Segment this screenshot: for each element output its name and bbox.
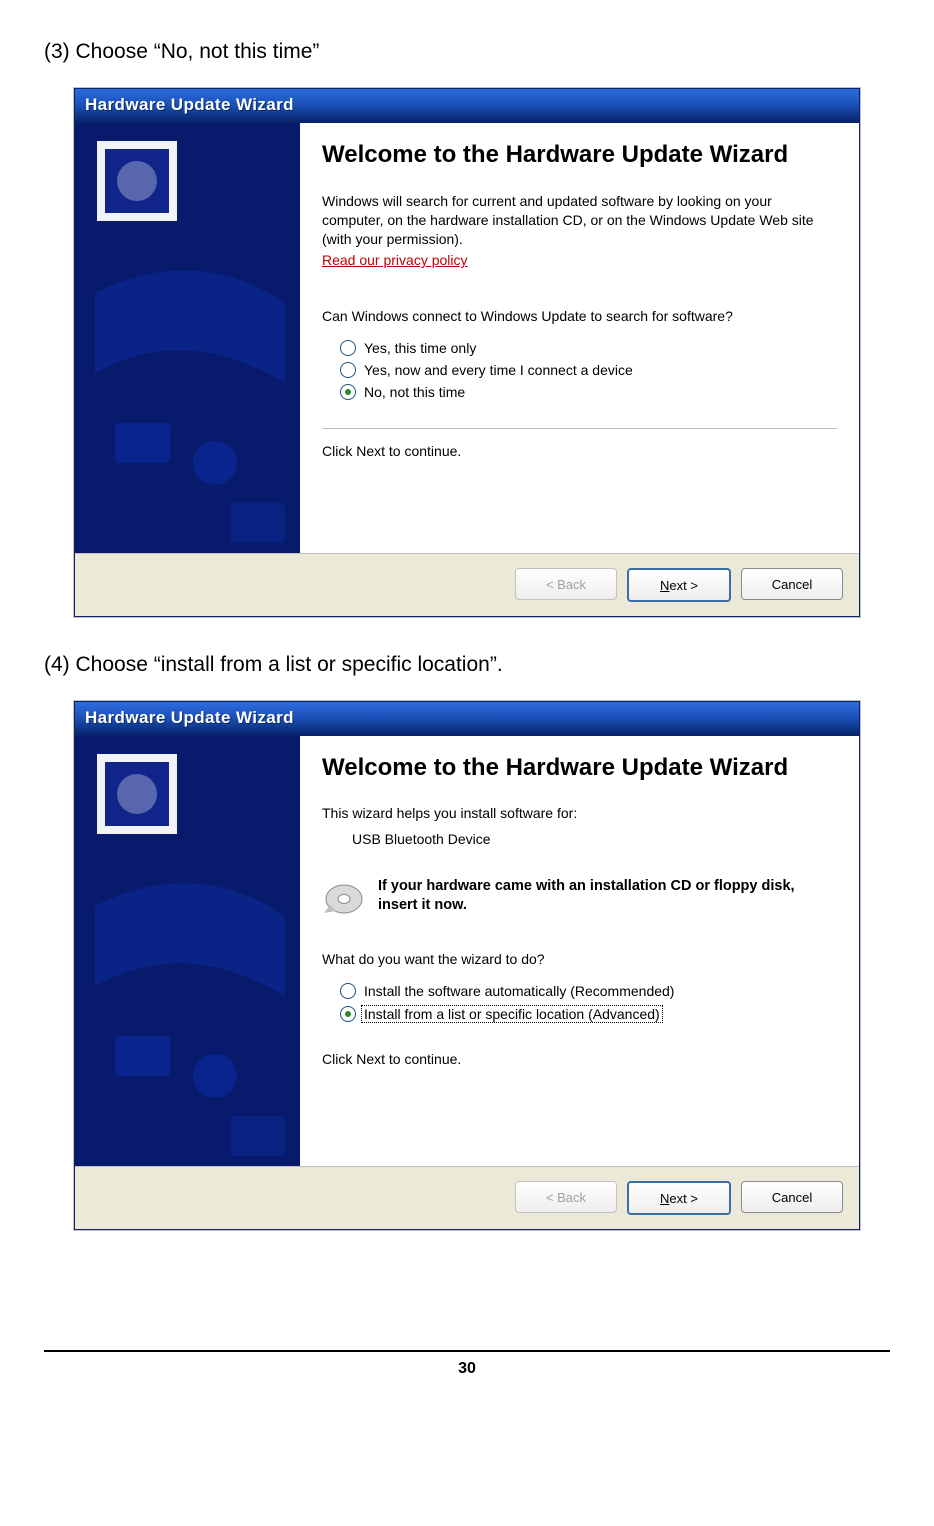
- dialog-footer: < Back Next > Cancel: [75, 1166, 859, 1229]
- radio-icon: [340, 340, 356, 356]
- radio-group-windows-update: Yes, this time only Yes, now and every t…: [340, 340, 837, 400]
- wizard-heading: Welcome to the Hardware Update Wizard: [322, 754, 837, 783]
- step3-instruction: (3) Choose “No, not this time”: [44, 40, 890, 64]
- wizard-sidebar-art: [75, 736, 300, 1166]
- device-name: USB Bluetooth Device: [352, 831, 837, 847]
- radio-label: Install from a list or specific location…: [361, 1005, 663, 1023]
- privacy-policy-link[interactable]: Read our privacy policy: [322, 252, 468, 268]
- page-number: 30: [44, 1350, 890, 1378]
- radio-label: Install the software automatically (Reco…: [364, 983, 674, 999]
- step4-instruction: (4) Choose “install from a list or speci…: [44, 653, 890, 677]
- continue-hint: Click Next to continue.: [322, 1051, 837, 1067]
- next-button[interactable]: Next >: [627, 1181, 731, 1215]
- titlebar: Hardware Update Wizard: [75, 702, 859, 736]
- radio-icon: [340, 362, 356, 378]
- cd-disk-icon: [322, 877, 366, 917]
- cd-hint-text: If your hardware came with an installati…: [378, 877, 837, 915]
- wizard-question: Can Windows connect to Windows Update to…: [322, 308, 837, 324]
- next-button[interactable]: Next >: [627, 568, 731, 602]
- cancel-button[interactable]: Cancel: [741, 1181, 843, 1213]
- titlebar: Hardware Update Wizard: [75, 89, 859, 123]
- radio-option-specific-location[interactable]: Install from a list or specific location…: [340, 1005, 837, 1023]
- radio-option-yes-always[interactable]: Yes, now and every time I connect a devi…: [340, 362, 837, 378]
- dialog-hardware-update-2: Hardware Update Wizard Welcome to the Ha…: [74, 701, 860, 1230]
- radio-icon: [340, 384, 356, 400]
- radio-option-yes-once[interactable]: Yes, this time only: [340, 340, 837, 356]
- radio-icon: [340, 1006, 356, 1022]
- radio-icon: [340, 983, 356, 999]
- continue-hint: Click Next to continue.: [322, 443, 837, 459]
- back-button: < Back: [515, 568, 617, 600]
- radio-option-auto[interactable]: Install the software automatically (Reco…: [340, 983, 837, 999]
- wizard-heading: Welcome to the Hardware Update Wizard: [322, 141, 837, 170]
- radio-label: Yes, now and every time I connect a devi…: [364, 362, 633, 378]
- radio-label: No, not this time: [364, 384, 465, 400]
- radio-label: Yes, this time only: [364, 340, 476, 356]
- wizard-sidebar-art: [75, 123, 300, 553]
- wizard-question: What do you want the wizard to do?: [322, 951, 837, 967]
- radio-option-no[interactable]: No, not this time: [340, 384, 837, 400]
- back-button: < Back: [515, 1181, 617, 1213]
- radio-group-install-method: Install the software automatically (Reco…: [340, 983, 837, 1023]
- wizard-description: Windows will search for current and upda…: [322, 192, 837, 249]
- cancel-button[interactable]: Cancel: [741, 568, 843, 600]
- dialog-footer: < Back Next > Cancel: [75, 553, 859, 616]
- dialog-hardware-update-1: Hardware Update Wizard Welcome to the Ha…: [74, 88, 860, 617]
- wizard-helps-text: This wizard helps you install software f…: [322, 805, 837, 821]
